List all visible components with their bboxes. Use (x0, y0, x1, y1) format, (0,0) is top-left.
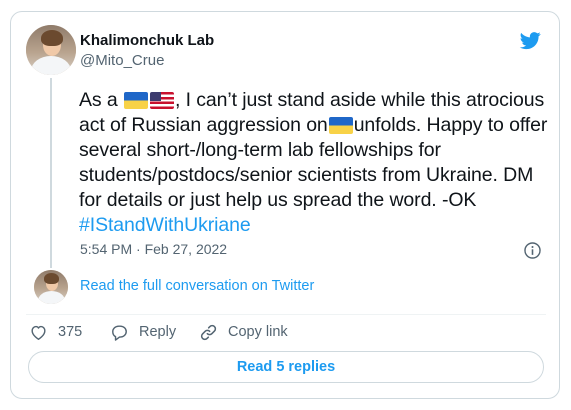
ukraine-flag-icon (328, 117, 353, 134)
tweet-timestamp[interactable]: 5:54 PM · Feb 27, 2022 (80, 241, 227, 257)
tweet-text: As a , I can’t just stand aside while th… (79, 88, 549, 238)
reply-label: Reply (139, 324, 177, 340)
copy-link-label: Copy link (228, 324, 288, 340)
reply-button[interactable]: Reply (110, 321, 176, 343)
conversation-avatar (34, 270, 68, 304)
author-handle[interactable]: @Mito_Crue (80, 52, 164, 69)
reply-bubble-icon (112, 324, 127, 341)
usa-flag-icon (149, 92, 174, 109)
read-replies-button[interactable]: Read 5 replies (28, 351, 544, 383)
divider (26, 314, 546, 315)
like-count: 375 (58, 324, 83, 340)
read-conversation-link[interactable]: Read the full conversation on Twitter (80, 278, 314, 294)
info-icon[interactable] (523, 241, 542, 260)
read-replies-label: Read 5 replies (236, 359, 336, 375)
copy-link-button[interactable]: Copy link (199, 321, 288, 343)
embedded-tweet-card: Khalimonchuk Lab @Mito_Crue As a , I can… (10, 11, 560, 399)
author-avatar[interactable] (26, 25, 76, 75)
link-icon (200, 324, 217, 340)
ukraine-flag-icon (123, 92, 148, 109)
heart-icon (31, 325, 46, 340)
like-button[interactable]: 375 (29, 321, 82, 343)
hashtag-link[interactable]: #IStandWithUkriane (79, 214, 251, 236)
author-name[interactable]: Khalimonchuk Lab (80, 32, 214, 49)
twitter-bird-icon[interactable] (518, 30, 543, 51)
tweet-text-part: As a (79, 89, 123, 111)
thread-line (50, 78, 52, 268)
